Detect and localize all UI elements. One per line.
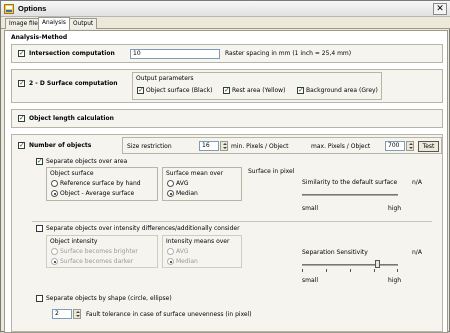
test-button[interactable]: Test (418, 141, 439, 152)
sensitivity-slider-track (302, 264, 398, 266)
brighter-radio[interactable] (51, 248, 58, 255)
number-of-objects-checkbox[interactable]: ✓ (18, 142, 25, 149)
number-of-objects-group: ✓ Number of objects Size restriction 16 … (11, 134, 443, 332)
slider-tick (302, 269, 303, 272)
surface-2d-checkbox[interactable]: ✓ (18, 80, 25, 87)
slider-tick (374, 269, 375, 272)
surface-mean-label: Surface mean over (166, 170, 224, 177)
max-pixels-label: max. Pixels / Object (311, 143, 371, 150)
intensity-median-radio[interactable] (167, 258, 174, 265)
max-pixels-input[interactable]: 700 (385, 141, 405, 151)
sensitivity-value: n/A (412, 249, 422, 256)
slider-tick (397, 269, 398, 272)
background-area-label: Background area (Grey) (306, 87, 378, 94)
darker-radio[interactable] (51, 258, 58, 265)
object-surface-group-label: Object surface (50, 170, 94, 177)
intensity-median-label: Median (176, 258, 198, 265)
surface-in-pixel-label: Surface in pixel (248, 168, 295, 175)
separate-shape-checkbox[interactable] (36, 295, 43, 302)
max-pixels-spinner[interactable] (406, 141, 414, 151)
output-parameters-label: Output parameters (136, 75, 194, 82)
tab-output[interactable]: Output (69, 18, 98, 29)
output-parameters-group: Output parameters ✓ Object surface (Blac… (132, 72, 382, 100)
sensitivity-high-label: high (388, 277, 402, 284)
divider (32, 221, 432, 222)
window-title: Options (18, 4, 47, 13)
similarity-high-label: high (388, 205, 402, 212)
surface-mean-group: Surface mean over AVG Median (162, 167, 242, 201)
separate-intensity-label: Separate objects over intensity differen… (46, 225, 240, 232)
sensitivity-slider-thumb[interactable] (375, 260, 380, 268)
object-length-label: Object length calculation (29, 115, 114, 122)
min-pixels-input[interactable]: 16 (199, 141, 219, 151)
sensitivity-slider[interactable] (302, 259, 398, 273)
object-length-checkbox[interactable]: ✓ (18, 115, 25, 122)
intensity-mean-group: Intensity means over AVG Median (162, 235, 242, 268)
tab-strip: Image files Analysis Output (1, 17, 450, 30)
intensity-avg-label: AVG (176, 248, 189, 255)
min-pixels-spinner[interactable] (220, 141, 228, 151)
intersection-checkbox[interactable]: ✓ (18, 50, 25, 57)
similarity-value: n/A (412, 179, 422, 186)
separate-intensity-checkbox[interactable] (36, 225, 43, 232)
object-intensity-group: Object intensity Surface becomes brighte… (46, 235, 158, 268)
slider-tick (326, 269, 327, 272)
surface-2d-label: 2 - D Surface computation (29, 80, 118, 87)
raster-spacing-label: Raster spacing in mm (1 inch = 25,4 mm) (225, 50, 352, 57)
separate-area-label: Separate objects over area (46, 158, 128, 165)
slider-tick (350, 269, 351, 272)
intersection-row: ✓ Intersection computation 10 Raster spa… (11, 44, 443, 63)
number-of-objects-label: Number of objects (29, 142, 92, 149)
surface-2d-row: ✓ 2 - D Surface computation Output param… (11, 69, 443, 103)
raster-spacing-input[interactable]: 10 (130, 49, 220, 59)
close-button[interactable]: ✕ (433, 3, 447, 15)
object-surface-group: Object surface Reference surface by hand… (46, 167, 158, 201)
area-median-radio[interactable] (167, 190, 174, 197)
reference-by-hand-radio[interactable] (51, 180, 58, 187)
object-average-radio[interactable] (51, 190, 58, 197)
size-restriction-label: Size restriction (127, 143, 172, 150)
area-avg-radio[interactable] (167, 180, 174, 187)
area-median-label: Median (176, 190, 198, 197)
fault-tolerance-input[interactable]: 2 (52, 309, 72, 319)
area-avg-label: AVG (176, 180, 189, 187)
fault-tolerance-label: Fault tolerance in case of surface uneve… (86, 311, 252, 318)
brighter-label: Surface becomes brighter (60, 248, 138, 255)
analysis-panel: Analysis-Method ✓ Intersection computati… (4, 30, 448, 333)
sensitivity-label: Separation Sensitivity (302, 249, 368, 256)
title-bar: Options ✕ (1, 1, 450, 17)
intersection-label: Intersection computation (29, 50, 115, 57)
app-icon (4, 4, 14, 14)
min-pixels-label: min. Pixels / Object (231, 143, 289, 150)
intensity-mean-label: Intensity means over (166, 238, 230, 245)
fault-tolerance-spinner[interactable] (73, 309, 81, 319)
object-surface-checkbox[interactable]: ✓ (137, 87, 144, 94)
object-average-label: Object - Average surface (60, 190, 135, 197)
intensity-avg-radio[interactable] (167, 248, 174, 255)
reference-by-hand-label: Reference surface by hand (60, 180, 141, 187)
separate-area-checkbox[interactable]: ✓ (36, 158, 43, 165)
background-area-checkbox[interactable]: ✓ (297, 87, 304, 94)
size-restriction-group: Size restriction 16 min. Pixels / Object… (122, 137, 442, 154)
object-intensity-label: Object intensity (50, 238, 98, 245)
similarity-label: Similarity to the default surface (302, 179, 398, 186)
rest-area-checkbox[interactable]: ✓ (223, 87, 230, 94)
similarity-slider-track (302, 194, 398, 196)
tab-analysis[interactable]: Analysis (38, 17, 70, 30)
rest-area-label: Rest area (Yellow) (232, 87, 286, 94)
object-surface-label: Object surface (Black) (146, 87, 213, 94)
sensitivity-small-label: small (302, 277, 318, 284)
similarity-slider[interactable] (302, 189, 398, 201)
options-window: Options ✕ Image files Analysis Output An… (0, 0, 450, 333)
section-title: Analysis-Method (11, 34, 68, 41)
darker-label: Surface becomes darker (60, 258, 134, 265)
object-length-row: ✓ Object length calculation (11, 109, 443, 128)
similarity-small-label: small (302, 205, 318, 212)
separate-shape-label: Separate objects by shape (circle, ellip… (46, 295, 172, 302)
